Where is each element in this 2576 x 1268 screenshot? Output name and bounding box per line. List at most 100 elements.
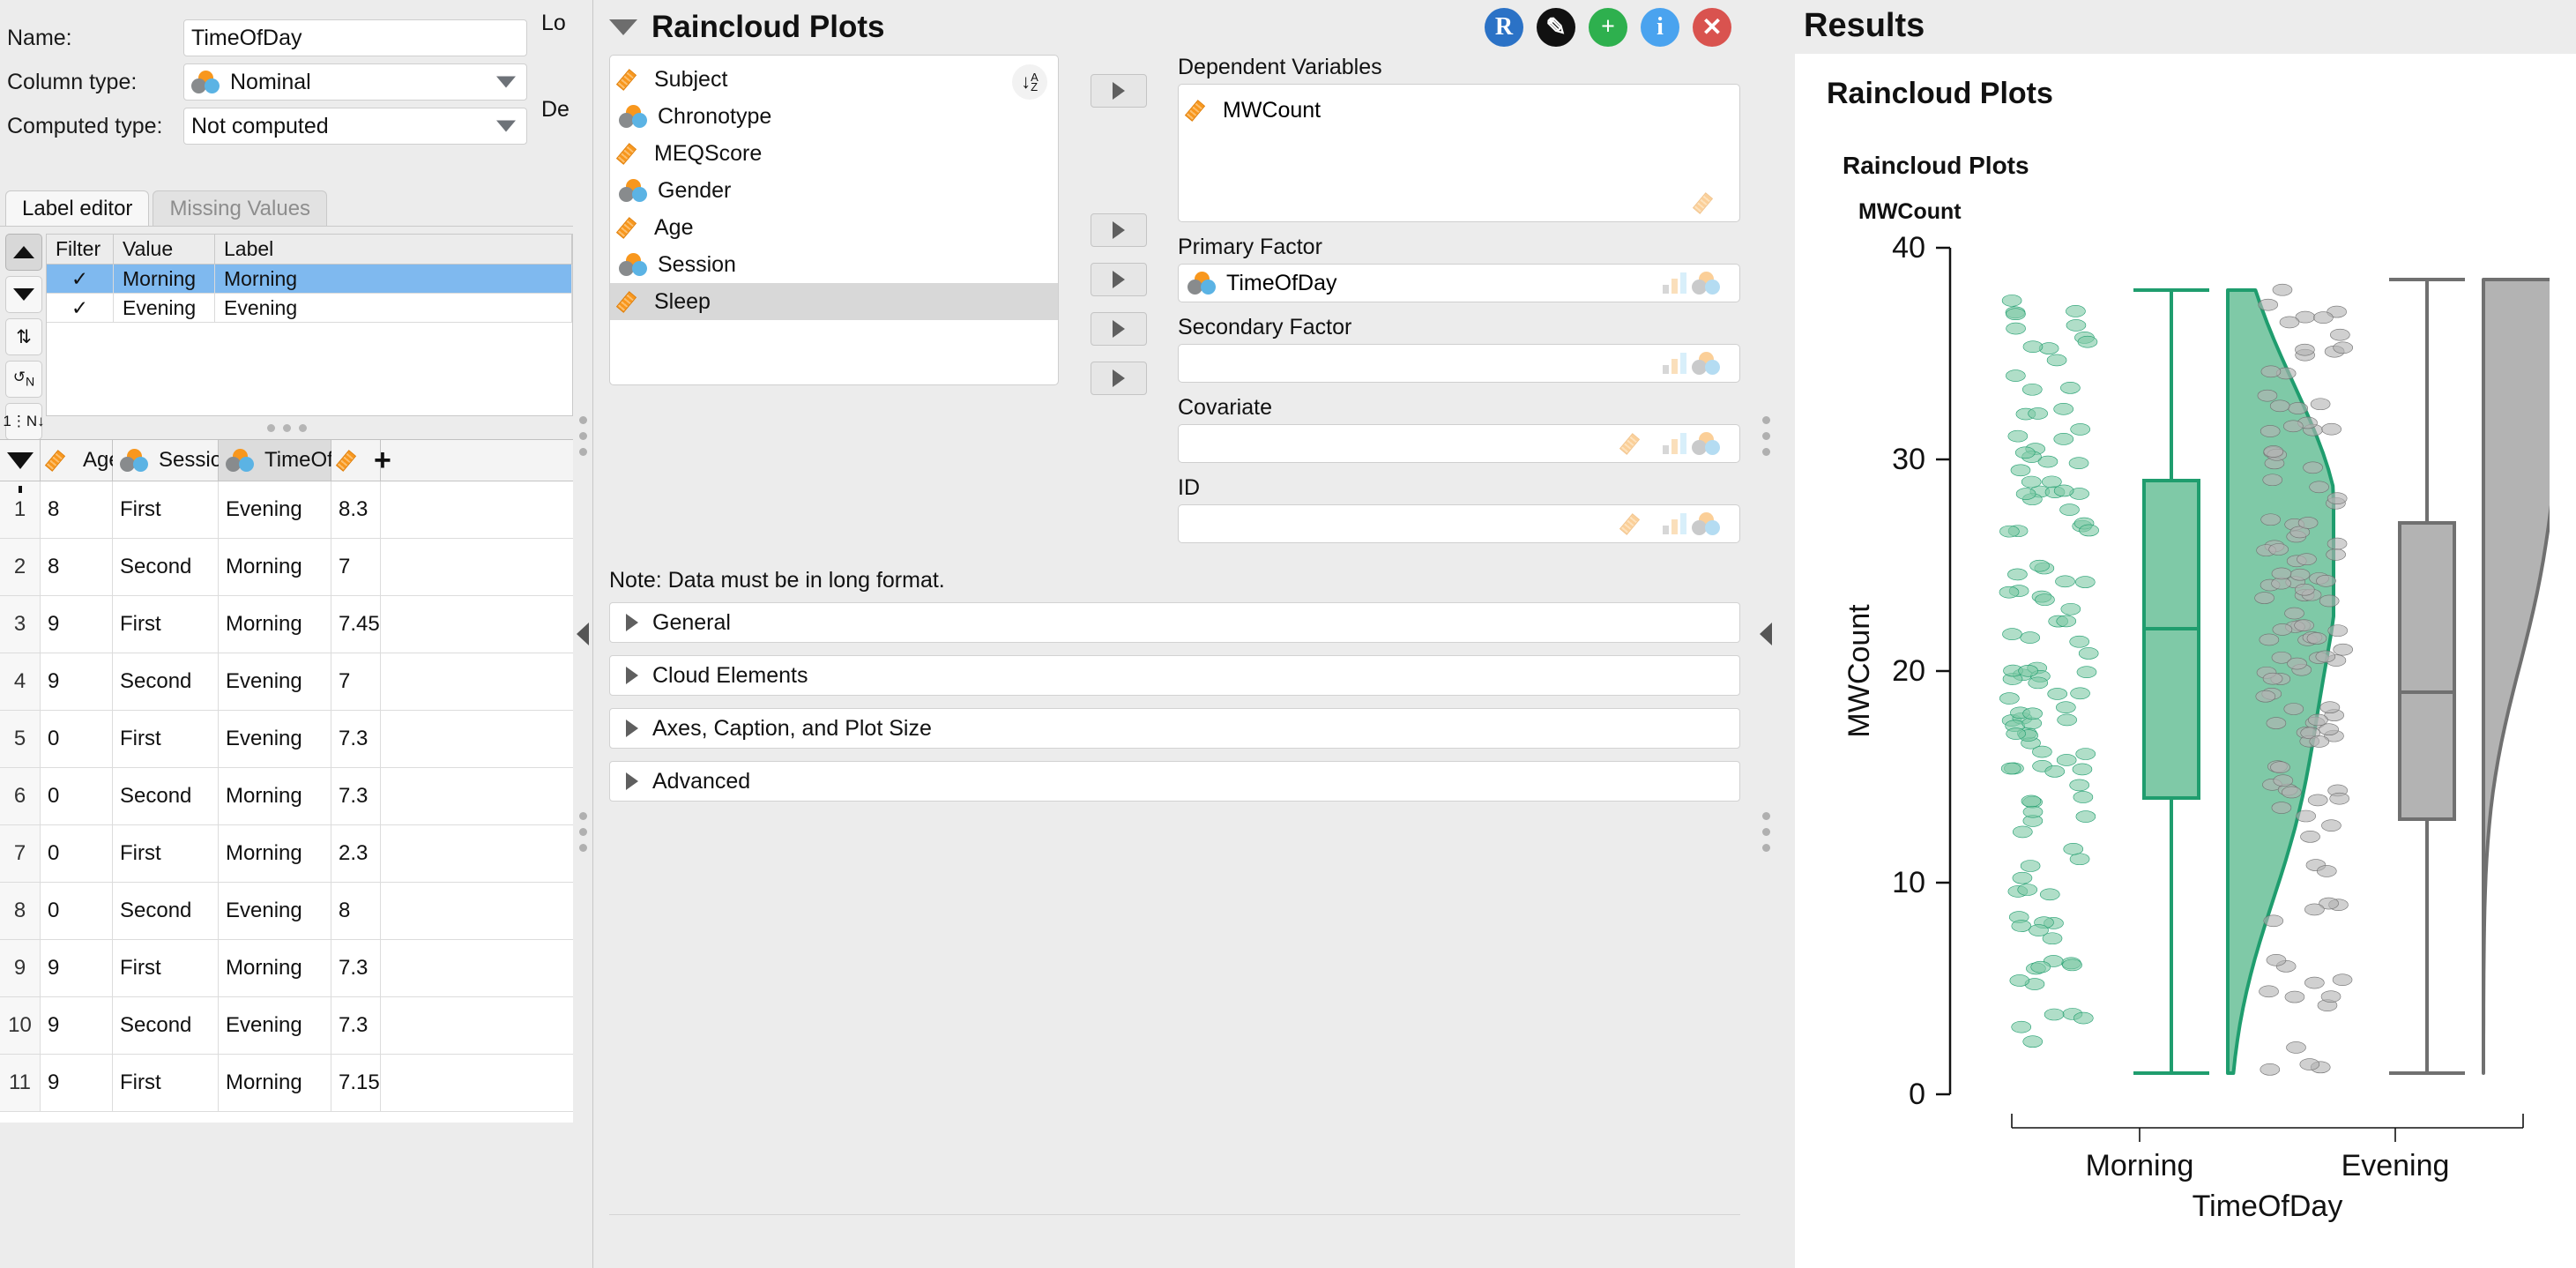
- column-header-timeofday[interactable]: TimeOfDay: [219, 440, 370, 481]
- sort-alphabetical-button[interactable]: ↓ A Z: [1012, 64, 1047, 100]
- cell-timeofday[interactable]: Evening: [219, 997, 331, 1054]
- variable-supplier-list[interactable]: Subject Chronotype MEQScore Gender Age Sessio…: [609, 55, 1059, 385]
- cell-age[interactable]: 9: [41, 997, 113, 1054]
- cell-session[interactable]: First: [113, 481, 219, 538]
- variable-item-gender[interactable]: Gender: [610, 172, 1058, 209]
- cell-session[interactable]: First: [113, 596, 219, 653]
- cell-age[interactable]: 8: [41, 481, 113, 538]
- variable-item-subject[interactable]: Subject: [610, 61, 1058, 98]
- table-row[interactable]: 10 9 Second Evening 7.3: [0, 997, 573, 1055]
- left-splitter[interactable]: [573, 0, 592, 1268]
- tab-label-editor[interactable]: Label editor: [5, 190, 150, 226]
- column-type-select[interactable]: Nominal: [183, 63, 527, 101]
- variable-item-meqscore[interactable]: MEQScore: [610, 135, 1058, 172]
- cell-timeofday[interactable]: Morning: [219, 768, 331, 824]
- cycle-levels-button[interactable]: ↺N: [5, 361, 42, 398]
- cell-append[interactable]: 7: [331, 539, 381, 595]
- table-row[interactable]: 5 0 First Evening 7.3: [0, 711, 573, 768]
- cell-session[interactable]: Second: [113, 653, 219, 710]
- cell-age[interactable]: 0: [41, 711, 113, 767]
- table-row[interactable]: 3 9 First Morning 7.45: [0, 596, 573, 653]
- table-row[interactable]: 1 8 First Evening 8.3: [0, 481, 573, 539]
- right-splitter[interactable]: [1756, 0, 1776, 1268]
- cell-session[interactable]: Second: [113, 768, 219, 824]
- cell-session[interactable]: First: [113, 1055, 219, 1111]
- raincloud-plot[interactable]: 0 10 20 30 40 MWCount Morning Evening TimeOfDay: [1835, 230, 2576, 1231]
- cell-session[interactable]: Second: [113, 997, 219, 1054]
- cell-append[interactable]: 7: [331, 653, 381, 710]
- cell-append[interactable]: 7.3: [331, 768, 381, 824]
- assign-id-button[interactable]: [1090, 362, 1147, 395]
- table-row[interactable]: 2 8 Second Morning 7: [0, 539, 573, 596]
- cell-append[interactable]: 8.3: [331, 481, 381, 538]
- info-button[interactable]: i: [1641, 8, 1679, 47]
- horizontal-splitter-grip[interactable]: [0, 416, 573, 439]
- section-axes-caption-plot-size[interactable]: Axes, Caption, and Plot Size: [609, 708, 1740, 749]
- cell-session[interactable]: First: [113, 711, 219, 767]
- cell-session[interactable]: Second: [113, 539, 219, 595]
- assign-covariate-button[interactable]: [1090, 312, 1147, 346]
- add-button[interactable]: +: [1589, 8, 1627, 47]
- section-general[interactable]: General: [609, 602, 1740, 643]
- variable-item-session[interactable]: Session: [610, 246, 1058, 283]
- cell-append[interactable]: 7.3: [331, 997, 381, 1054]
- filter-check-icon[interactable]: ✓: [47, 294, 114, 322]
- cell-append[interactable]: 8: [331, 883, 381, 939]
- cell-append[interactable]: 2.3: [331, 825, 381, 882]
- level-label[interactable]: Morning: [215, 265, 572, 293]
- cell-append[interactable]: 7.45: [331, 596, 381, 653]
- sequence-levels-button[interactable]: 1⋮N↓: [3, 403, 45, 440]
- section-cloud-elements[interactable]: Cloud Elements: [609, 655, 1740, 696]
- assign-secondary-factor-button[interactable]: [1090, 263, 1147, 296]
- column-header-age[interactable]: Age: [41, 440, 121, 481]
- cell-timeofday[interactable]: Morning: [219, 539, 331, 595]
- table-row[interactable]: 4 9 Second Evening 7: [0, 653, 573, 711]
- target-box-dependent-variables[interactable]: MWCount: [1178, 84, 1740, 222]
- cell-append[interactable]: 7.3: [331, 940, 381, 996]
- results-document[interactable]: Raincloud Plots Raincloud Plots MWCount …: [1795, 54, 2576, 1268]
- section-advanced[interactable]: Advanced: [609, 761, 1740, 802]
- cell-timeofday[interactable]: Evening: [219, 481, 331, 538]
- cell-timeofday[interactable]: Evening: [219, 711, 331, 767]
- swap-order-button[interactable]: ⇅: [5, 318, 42, 355]
- move-up-button[interactable]: [5, 234, 42, 271]
- cell-age[interactable]: 0: [41, 883, 113, 939]
- column-header-session[interactable]: Session: [113, 440, 234, 481]
- target-box-primary-factor[interactable]: TimeOfDay: [1178, 264, 1740, 302]
- table-row[interactable]: 7 0 First Morning 2.3: [0, 825, 573, 883]
- table-row[interactable]: ✓ Morning Morning: [47, 265, 572, 294]
- table-row[interactable]: ✓ Evening Evening: [47, 294, 572, 323]
- filter-check-icon[interactable]: ✓: [47, 265, 114, 293]
- assign-primary-factor-button[interactable]: [1090, 213, 1147, 247]
- cell-age[interactable]: 8: [41, 539, 113, 595]
- table-row[interactable]: 11 9 First Morning 7.15: [0, 1055, 573, 1112]
- cell-timeofday[interactable]: Morning: [219, 1055, 331, 1111]
- target-box-id[interactable]: [1178, 504, 1740, 543]
- collapse-triangle-icon[interactable]: [609, 19, 637, 35]
- collapse-left-icon[interactable]: [577, 623, 589, 645]
- target-box-covariate[interactable]: [1178, 424, 1740, 463]
- column-header-filter[interactable]: [0, 440, 41, 493]
- cell-age[interactable]: 9: [41, 653, 113, 710]
- computed-type-select[interactable]: Not computed: [183, 108, 527, 145]
- cell-timeofday[interactable]: Morning: [219, 940, 331, 996]
- cell-age[interactable]: 9: [41, 1055, 113, 1111]
- cell-append[interactable]: 7.3: [331, 711, 381, 767]
- cell-timeofday[interactable]: Morning: [219, 596, 331, 653]
- variable-item-chronotype[interactable]: Chronotype: [610, 98, 1058, 135]
- cell-timeofday[interactable]: Evening: [219, 653, 331, 710]
- level-label[interactable]: Evening: [215, 294, 572, 322]
- cell-session[interactable]: First: [113, 940, 219, 996]
- cell-session[interactable]: Second: [113, 883, 219, 939]
- cell-timeofday[interactable]: Evening: [219, 883, 331, 939]
- cell-timeofday[interactable]: Morning: [219, 825, 331, 882]
- target-box-secondary-factor[interactable]: [1178, 344, 1740, 383]
- variable-item-age[interactable]: Age: [610, 209, 1058, 246]
- edit-button[interactable]: ✎: [1537, 8, 1575, 47]
- collapse-results-icon[interactable]: [1760, 623, 1772, 645]
- cell-age[interactable]: 0: [41, 825, 113, 882]
- cell-age[interactable]: 9: [41, 940, 113, 996]
- cell-age[interactable]: 9: [41, 596, 113, 653]
- cell-age[interactable]: 0: [41, 768, 113, 824]
- table-row[interactable]: 8 0 Second Evening 8: [0, 883, 573, 940]
